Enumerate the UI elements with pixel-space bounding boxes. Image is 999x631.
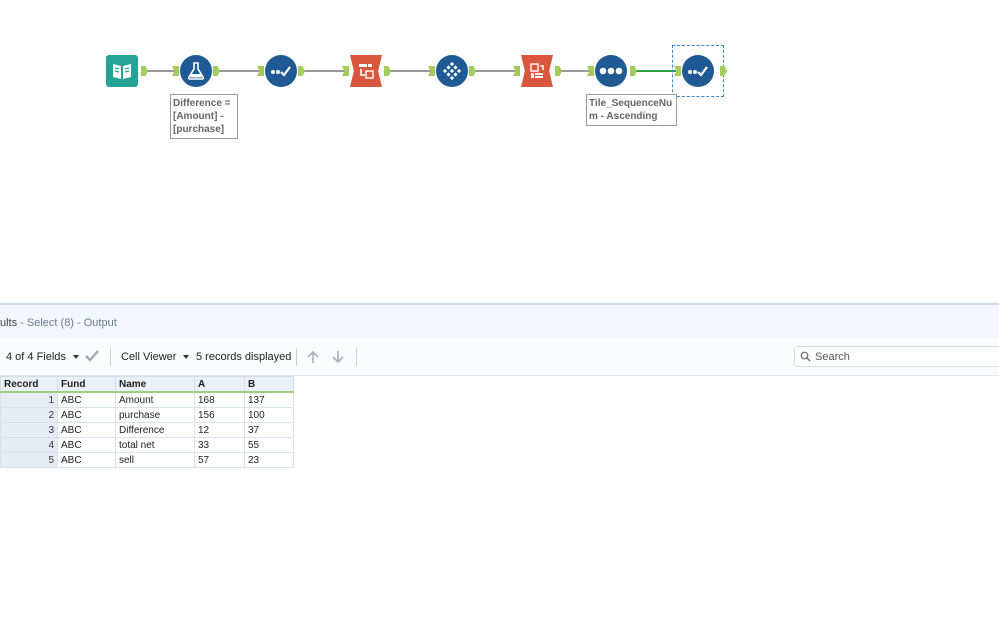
table-cell[interactable]: purchase <box>115 407 195 423</box>
output-anchor[interactable] <box>141 66 148 76</box>
results-panel: ults - Select (8) - Output 4 of 4 Fields… <box>0 303 999 631</box>
column-header[interactable]: Fund <box>57 376 116 393</box>
table-cell[interactable]: total net <box>115 437 195 453</box>
output-anchor[interactable] <box>213 66 220 76</box>
connector <box>302 70 346 72</box>
table-cell[interactable]: ABC <box>57 422 116 438</box>
tool-input-data[interactable] <box>106 55 138 87</box>
records-count: 5 records displayed <box>196 351 292 363</box>
table-cell[interactable]: ABC <box>57 452 116 468</box>
table-cell[interactable]: 168 <box>194 391 245 408</box>
results-title: ults - Select (8) - Output <box>0 317 117 329</box>
table-cell[interactable]: 156 <box>194 407 245 423</box>
flask-icon <box>186 61 206 81</box>
table-cell[interactable]: 33 <box>194 437 245 453</box>
chevron-down-icon <box>183 355 190 360</box>
table-row[interactable]: 4 ABC total net 33 55 <box>0 437 294 453</box>
table-cell[interactable]: 23 <box>244 452 294 468</box>
record-number: 4 <box>0 437 58 453</box>
search-box[interactable] <box>794 346 999 367</box>
search-icon <box>800 351 811 365</box>
output-anchor[interactable] <box>384 66 391 76</box>
tool-tile[interactable] <box>595 55 627 87</box>
toolbar-divider <box>110 348 111 366</box>
output-anchor[interactable] <box>469 66 476 76</box>
tool-multi-row[interactable] <box>436 55 468 87</box>
fields-dropdown[interactable]: 4 of 4 Fields <box>6 351 79 363</box>
annotation-line: [Amount] - <box>173 111 224 122</box>
column-header[interactable]: Record <box>0 376 58 393</box>
connector <box>473 70 517 72</box>
dots-icon <box>599 66 623 76</box>
connector <box>559 70 591 72</box>
column-header[interactable]: A <box>194 376 245 393</box>
table-cell[interactable]: sell <box>115 452 195 468</box>
annotation-line: [purchase] <box>173 124 225 135</box>
connector-selected <box>634 70 676 72</box>
table-row[interactable]: 3 ABC Difference 12 37 <box>0 422 294 438</box>
connector <box>146 70 176 72</box>
results-grid: Record Fund Name A B 1 ABC Amount 168 13… <box>0 376 294 468</box>
table-cell[interactable]: 37 <box>244 422 294 438</box>
table-cell[interactable]: ABC <box>57 407 116 423</box>
column-header[interactable]: B <box>244 376 294 393</box>
cell-viewer-dropdown[interactable]: Cell Viewer <box>121 351 190 363</box>
table-row[interactable]: 2 ABC purchase 156 100 <box>0 407 294 423</box>
tool-crosstab[interactable] <box>521 55 553 87</box>
cell-viewer-label: Cell Viewer <box>121 351 177 363</box>
annotation-line: m - Ascending <box>589 111 658 122</box>
check-select-icon <box>687 64 709 78</box>
toolbar-divider <box>356 348 357 366</box>
annotation-line: Difference = <box>173 98 231 109</box>
output-anchor[interactable] <box>298 66 305 76</box>
output-anchor[interactable] <box>720 66 727 76</box>
results-title-prefix: ults <box>0 317 18 329</box>
checkmark-icon[interactable] <box>84 349 100 366</box>
crosstab-icon <box>527 61 547 81</box>
results-toolbar: 4 of 4 Fields Cell Viewer 5 records disp… <box>0 338 999 376</box>
record-number: 1 <box>0 391 58 408</box>
record-number: 2 <box>0 407 58 423</box>
check-select-icon <box>270 64 292 78</box>
table-cell[interactable]: 137 <box>244 391 294 408</box>
chevron-down-icon <box>72 355 79 360</box>
column-header[interactable]: Name <box>115 376 195 393</box>
record-number: 3 <box>0 422 58 438</box>
diamond-grid-icon <box>442 61 462 81</box>
header-row: Record Fund Name A B <box>0 376 294 393</box>
transpose-icon <box>356 61 376 81</box>
tool-select[interactable] <box>265 55 297 87</box>
output-anchor[interactable] <box>630 66 637 76</box>
table-row[interactable]: 5 ABC sell 57 23 <box>0 452 294 468</box>
workflow-canvas[interactable]: Difference = [Amount] - [purchase] Tile_… <box>0 0 999 303</box>
table-cell[interactable]: 100 <box>244 407 294 423</box>
tile-annotation[interactable]: Tile_SequenceNu m - Ascending <box>586 94 677 126</box>
results-title-source: - Select (8) - Output <box>17 317 117 329</box>
results-title-bar: ults - Select (8) - Output <box>0 303 999 338</box>
table-row[interactable]: 1 ABC Amount 168 137 <box>0 391 294 408</box>
table-cell[interactable]: 55 <box>244 437 294 453</box>
table-cell[interactable]: ABC <box>57 391 116 408</box>
tool-formula[interactable] <box>180 55 212 87</box>
arrow-down-icon[interactable] <box>330 349 346 368</box>
toolbar-divider <box>296 348 297 366</box>
annotation-line: Tile_SequenceNu <box>589 98 673 109</box>
tool-transpose[interactable] <box>350 55 382 87</box>
tool-select-output[interactable] <box>682 55 714 87</box>
record-number: 5 <box>0 452 58 468</box>
formula-annotation[interactable]: Difference = [Amount] - [purchase] <box>170 94 238 139</box>
output-anchor[interactable] <box>555 66 562 76</box>
connector <box>217 70 261 72</box>
table-cell[interactable]: 12 <box>194 422 245 438</box>
connector <box>388 70 432 72</box>
table-cell[interactable]: Amount <box>115 391 195 408</box>
arrow-up-icon[interactable] <box>305 349 321 368</box>
fields-label: 4 of 4 Fields <box>6 351 66 363</box>
book-icon <box>111 61 133 81</box>
table-cell[interactable]: 57 <box>194 452 245 468</box>
search-input[interactable] <box>815 349 995 364</box>
table-cell[interactable]: ABC <box>57 437 116 453</box>
table-cell[interactable]: Difference <box>115 422 195 438</box>
